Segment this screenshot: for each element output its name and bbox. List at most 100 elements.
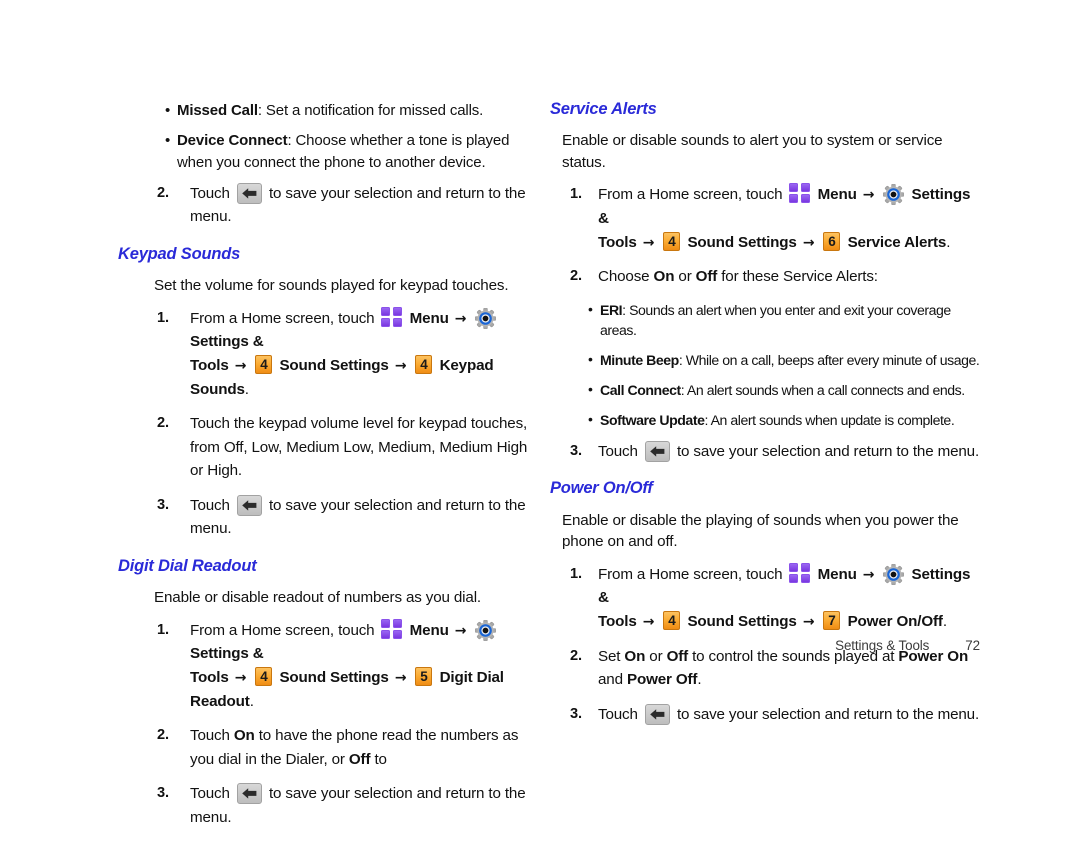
bullet-dot: • <box>588 300 593 317</box>
list-item-desc: : While on a call, beeps after every min… <box>678 351 980 368</box>
list-item: • Missed Call: Set a notification for mi… <box>112 100 544 121</box>
section-intro: Enable or disable readout of numbers as … <box>154 589 481 607</box>
key-badge[interactable]: 4 <box>255 354 273 374</box>
bullet-dot: • <box>588 380 593 397</box>
bullet-dot: • <box>588 410 593 427</box>
key-badge[interactable]: 4 <box>255 667 273 687</box>
list-item: • Call Connect: An alert sounds when a c… <box>548 380 980 400</box>
menu-grid-icon[interactable] <box>380 618 403 640</box>
sound-settings-label: Sound Settings <box>687 233 797 251</box>
gear-icon[interactable] <box>475 307 497 329</box>
settings-label: Settings & <box>190 333 264 351</box>
step-text: From a Home screen, touch <box>190 621 375 639</box>
step-text: From a Home screen, touch <box>598 186 783 204</box>
option-on: On <box>653 268 675 286</box>
step-text: Touch <box>190 496 230 514</box>
step-number: 3. <box>157 785 169 802</box>
key-badge[interactable]: 4 <box>415 354 433 374</box>
list-item-desc: : Sounds an alert when you enter and exi… <box>600 301 951 338</box>
back-arrow-icon[interactable] <box>644 440 670 462</box>
back-arrow-icon[interactable] <box>236 783 262 805</box>
power-off-label: Power Off <box>626 671 698 689</box>
key-badge[interactable]: 4 <box>663 610 681 630</box>
bullet-dot: • <box>165 102 171 119</box>
step: 1. From a Home screen, touch Menu → Sett… <box>548 562 980 634</box>
arrow-right-icon: → <box>234 357 247 374</box>
step-text-tail: to save your selection and return to the… <box>676 442 980 460</box>
gear-icon[interactable] <box>883 563 905 585</box>
step-number: 1. <box>157 621 169 638</box>
arrow-right-icon: → <box>642 613 655 630</box>
step: 1. From a Home screen, touch Menu → Sett… <box>548 183 980 254</box>
section-intro: Enable or disable the playing of sounds … <box>562 511 959 551</box>
list-item: • ERI: Sounds an alert when you enter an… <box>548 300 980 340</box>
key-badge[interactable]: 7 <box>823 610 841 630</box>
step-number: 3. <box>157 496 169 513</box>
step-text-tail: to save your selection and return to the… <box>676 705 980 723</box>
option-on: On <box>233 727 255 745</box>
menu-grid-icon[interactable] <box>788 183 811 204</box>
arrow-right-icon: → <box>802 234 815 251</box>
menu-label: Menu <box>409 621 449 639</box>
step: 3. Touch to save your selection and retu… <box>112 494 544 541</box>
step-text: for these Service Alerts: <box>717 268 878 286</box>
step-text: or <box>674 268 696 286</box>
step: 1. From a Home screen, touch Menu → Sett… <box>112 306 544 402</box>
bullet-dot: • <box>588 350 593 367</box>
section-heading-keypad-sounds: Keypad Sounds <box>118 245 241 264</box>
tools-label: Tools <box>190 356 229 374</box>
menu-grid-icon[interactable] <box>380 306 403 328</box>
step: 1. From a Home screen, touch Menu → Sett… <box>112 618 544 714</box>
arrow-right-icon: → <box>394 670 407 687</box>
list-item-term: Software Update <box>600 411 705 428</box>
sound-settings-label: Sound Settings <box>687 612 797 630</box>
step-number: 1. <box>570 186 582 203</box>
step-text: Touch <box>598 705 638 723</box>
section-intro: Set the volume for sounds played for key… <box>154 277 509 295</box>
step: 3. Touch to save your selection and retu… <box>548 703 980 727</box>
menu-grid-icon[interactable] <box>788 562 811 584</box>
step-text: Touch <box>190 184 230 202</box>
manual-page: • Missed Call: Set a notification for mi… <box>0 0 1080 826</box>
section-heading-digit-dial-readout: Digit Dial Readout <box>118 557 257 576</box>
list-item: • Software Update: An alert sounds when … <box>548 410 980 430</box>
gear-icon[interactable] <box>475 619 497 642</box>
settings-label: Settings & <box>190 645 264 663</box>
step-number: 2. <box>157 727 169 744</box>
list-item-desc: : An alert sounds when a call connects a… <box>680 381 965 398</box>
step-number: 3. <box>570 442 582 459</box>
period: . <box>697 671 702 689</box>
page-number: 72 <box>965 638 980 653</box>
step: 3. Touch to save your selection and retu… <box>112 782 544 829</box>
step-number: 2. <box>570 647 582 664</box>
step: 3. Touch to save your selection and retu… <box>548 440 980 464</box>
tools-label: Tools <box>190 669 229 687</box>
arrow-right-icon: → <box>394 357 407 374</box>
back-arrow-icon[interactable] <box>644 703 670 725</box>
period: . <box>249 692 254 710</box>
target-menu-label: Power On/Off <box>847 612 943 630</box>
step-number: 2. <box>157 184 169 201</box>
period: . <box>946 233 951 251</box>
key-badge[interactable]: 6 <box>823 231 841 251</box>
arrow-right-icon: → <box>862 187 875 204</box>
list-item-desc: : Set a notification for missed calls. <box>257 102 484 119</box>
arrow-right-icon: → <box>454 622 467 639</box>
step-text: and <box>598 671 627 689</box>
key-badge[interactable]: 5 <box>415 667 433 687</box>
option-off: Off <box>666 647 689 665</box>
step-text: Touch <box>190 785 230 803</box>
back-arrow-icon[interactable] <box>236 494 262 516</box>
back-arrow-icon[interactable] <box>236 182 262 204</box>
key-badge[interactable]: 4 <box>663 231 681 251</box>
arrow-right-icon: → <box>862 566 875 583</box>
arrow-right-icon: → <box>802 613 815 630</box>
gear-icon[interactable] <box>883 184 905 206</box>
option-off: Off <box>695 268 718 286</box>
step: 2. Touch On to have the phone read the n… <box>112 724 544 771</box>
step-number: 3. <box>570 705 582 722</box>
step-number: 1. <box>157 309 169 326</box>
list-item: • Device Connect: Choose whether a tone … <box>112 130 544 173</box>
section-intro: Enable or disable sounds to alert you to… <box>562 132 943 171</box>
footer-section-label: Settings & Tools <box>835 638 930 653</box>
